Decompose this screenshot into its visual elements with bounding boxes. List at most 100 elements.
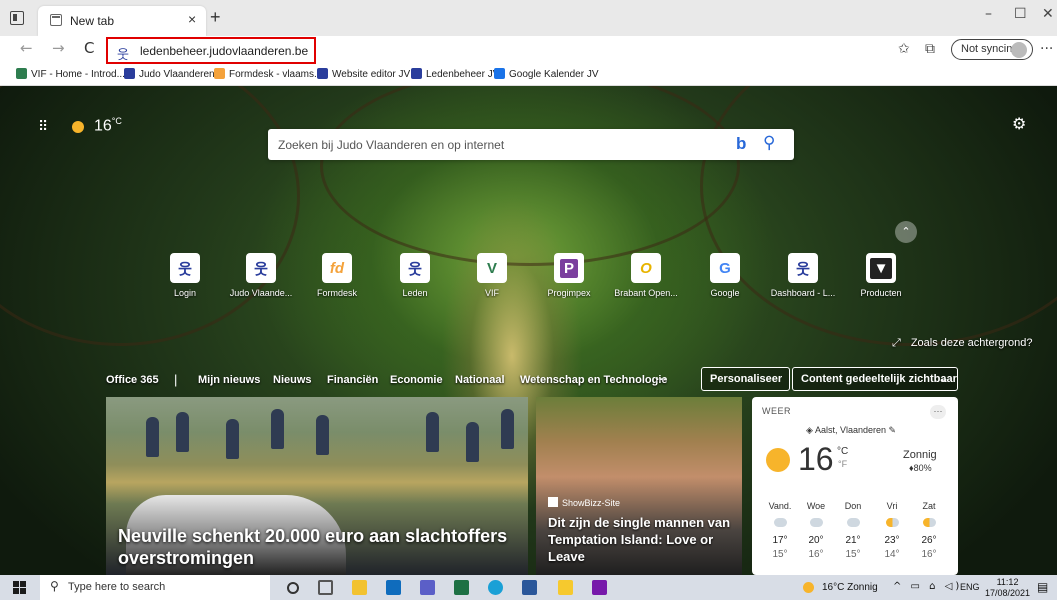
feed-tab-wetenschap[interactable]: Wetenschap en Technologie — [520, 374, 668, 386]
content-visibility-dropdown[interactable]: Content gedeeltelijk zichtbaar ⌄ — [792, 367, 958, 391]
excel-icon[interactable] — [454, 580, 469, 595]
quick-link-login[interactable]: 웃 Login — [146, 253, 224, 298]
maximize-button[interactable]: ☐ — [1014, 6, 1027, 22]
forecast-day[interactable]: Vand. 17° 15° — [764, 501, 796, 560]
collapse-quick-links-icon[interactable]: ⌃ — [895, 221, 917, 243]
forecast-day[interactable]: Don 21° 15° — [837, 501, 869, 560]
forecast-low: 15° — [772, 549, 788, 560]
edit-pencil-icon: ✎ — [885, 425, 897, 435]
quick-link-label: Formdesk — [316, 288, 357, 298]
tab-actions-icon[interactable] — [10, 11, 24, 25]
feed-more-icon[interactable]: ··· — [656, 374, 667, 386]
input-language[interactable]: ENG — [960, 582, 980, 592]
feed-tab-office-365[interactable]: Office 365 — [106, 374, 159, 386]
quick-link-brabant-open[interactable]: O Brabant Open... — [607, 253, 685, 298]
weather-more-icon[interactable]: ··· — [930, 405, 946, 419]
judo-vlaanderen-logo-icon: 웃 — [117, 48, 129, 63]
tab-close-icon[interactable]: × — [188, 11, 196, 27]
outlook-icon[interactable] — [386, 580, 401, 595]
sticky-notes-icon[interactable] — [558, 580, 573, 595]
unit-celsius[interactable]: °C — [837, 446, 848, 457]
web-search-box[interactable]: Zoeken bij Judo Vlaanderen en op interne… — [268, 129, 794, 160]
feed-tab-financien[interactable]: Financiën — [327, 374, 378, 386]
bing-logo-icon[interactable]: b — [736, 134, 746, 154]
bookmarks-bar: VIF - Home - Introd... Judo Vlaanderen F… — [0, 64, 1057, 86]
page-settings-icon[interactable]: ⚙ — [1012, 114, 1026, 133]
address-bar[interactable]: 웃 ledenbeheer.judovlaanderen.be — [106, 37, 316, 64]
quick-link-google[interactable]: G Google — [686, 253, 764, 298]
news-card-rally[interactable]: Neuville schenkt 20.000 euro aan slachto… — [106, 397, 528, 575]
windows-taskbar: ⚲ Type here to search 16°C Zonnig ^ ▭ ⌂ … — [0, 575, 1057, 600]
address-url[interactable]: ledenbeheer.judovlaanderen.be — [140, 44, 308, 58]
forecast-day[interactable]: Woe 20° 16° — [800, 501, 832, 560]
profile-sync-button[interactable]: Not syncing — [951, 39, 1033, 60]
expand-icon: ⤢ — [892, 336, 901, 349]
minimize-button[interactable]: – — [985, 6, 992, 22]
edge-icon[interactable] — [488, 580, 503, 595]
bookmark-label: Formdesk - vlaams... — [229, 69, 323, 80]
file-explorer-icon[interactable] — [352, 580, 367, 595]
quick-link-formdesk[interactable]: fd Formdesk — [298, 253, 376, 298]
quick-link-vif[interactable]: V VIF — [453, 253, 531, 298]
personalize-button[interactable]: Personaliseer — [701, 367, 790, 391]
weather-location[interactable]: ◈ Aalst, Vlaanderen ✎ — [806, 425, 896, 436]
taskbar-weather[interactable]: 16°C Zonnig — [822, 582, 878, 593]
new-tab-page: ⠿ 16°C ⚙ Zoeken bij Judo Vlaanderen en o… — [0, 86, 1057, 575]
background-feedback-link[interactable]: ⤢ Zoals deze achtergrond? — [892, 336, 1033, 350]
unit-fahrenheit[interactable]: °F — [838, 459, 847, 469]
quick-link-leden[interactable]: 웃 Leden — [376, 253, 454, 298]
forward-button[interactable]: → — [52, 39, 65, 57]
teams-icon[interactable] — [420, 580, 435, 595]
quick-link-progimpex[interactable]: P Progimpex — [530, 253, 608, 298]
news-card-temptation[interactable]: ShowBizz-Site Dit zijn de single mannen … — [536, 397, 742, 575]
feed-tab-nationaal[interactable]: Nationaal — [455, 374, 505, 386]
quick-link-dashboard[interactable]: 웃 Dashboard - L... — [764, 253, 842, 298]
task-view-icon[interactable] — [318, 580, 333, 595]
bookmark-google-kalender[interactable]: Google Kalender JV — [494, 68, 599, 80]
search-icon[interactable]: ⚲ — [763, 133, 775, 153]
news-headline[interactable]: Dit zijn de single mannen van Temptation… — [548, 514, 736, 565]
forecast-high: 26° — [921, 535, 937, 546]
feed-tab-nieuws[interactable]: Nieuws — [273, 374, 312, 386]
bookmark-vif-home[interactable]: VIF - Home - Introd... — [16, 68, 125, 80]
forecast-day[interactable]: Vri 23° 14° — [876, 501, 908, 560]
windows-start-icon[interactable] — [13, 581, 26, 594]
app-launcher-icon[interactable]: ⠿ — [38, 119, 48, 135]
weather-temperature[interactable]: 16°C — [94, 116, 122, 135]
back-button[interactable]: ← — [20, 39, 33, 57]
collections-icon[interactable]: ⧉ — [925, 41, 935, 57]
bookmark-website-editor[interactable]: Website editor JV — [317, 68, 410, 80]
news-headline[interactable]: Neuville schenkt 20.000 euro aan slachto… — [118, 525, 523, 569]
feed-tab-economie[interactable]: Economie — [390, 374, 443, 386]
sun-icon[interactable] — [72, 121, 84, 133]
bookmark-judo-vlaanderen[interactable]: Judo Vlaanderen — [124, 68, 215, 80]
tile-glyph: O — [640, 259, 652, 277]
new-tab-button[interactable]: + — [210, 7, 221, 28]
more-menu-icon[interactable]: ··· — [1040, 41, 1053, 57]
weather-card[interactable]: WEER ··· ◈ Aalst, Vlaanderen ✎ 16 °C °F … — [752, 397, 958, 575]
taskbar-weather-sun-icon[interactable] — [803, 582, 814, 593]
quick-link-judo-vlaanderen[interactable]: 웃 Judo Vlaande... — [222, 253, 300, 298]
onenote-icon[interactable] — [592, 580, 607, 595]
bookmark-label: VIF - Home - Introd... — [31, 69, 125, 80]
rain-value: 80% — [913, 463, 932, 473]
notifications-icon[interactable]: ▤ — [1037, 580, 1048, 594]
close-window-button[interactable]: ✕ — [1042, 6, 1054, 22]
bookmark-ledenbeheer[interactable]: Ledenbeheer JV — [411, 68, 499, 80]
bookmark-formdesk[interactable]: Formdesk - vlaams... — [214, 68, 322, 80]
cortana-icon[interactable] — [287, 582, 299, 594]
taskbar-search-box[interactable]: ⚲ Type here to search — [40, 575, 270, 600]
quick-link-label: Brabant Open... — [614, 288, 678, 298]
quick-link-label: VIF — [484, 288, 499, 298]
taskbar-clock[interactable]: 11:12 17/08/2021 — [985, 577, 1030, 599]
favorites-icon[interactable]: ✩ — [898, 41, 910, 57]
feed-tab-mijn-nieuws[interactable]: Mijn nieuws — [198, 374, 260, 386]
system-tray-icons[interactable]: ^ ▭ ⌂ ◁) — [893, 581, 962, 592]
word-icon[interactable] — [522, 580, 537, 595]
clock-date: 17/08/2021 — [985, 588, 1031, 598]
search-placeholder: Zoeken bij Judo Vlaanderen en op interne… — [278, 138, 505, 152]
tab-new-tab[interactable]: New tab × — [38, 6, 206, 36]
refresh-button[interactable]: C — [84, 39, 94, 57]
quick-link-producten[interactable]: ▼ Producten — [842, 253, 920, 298]
forecast-day[interactable]: Zat 26° 16° — [913, 501, 945, 560]
